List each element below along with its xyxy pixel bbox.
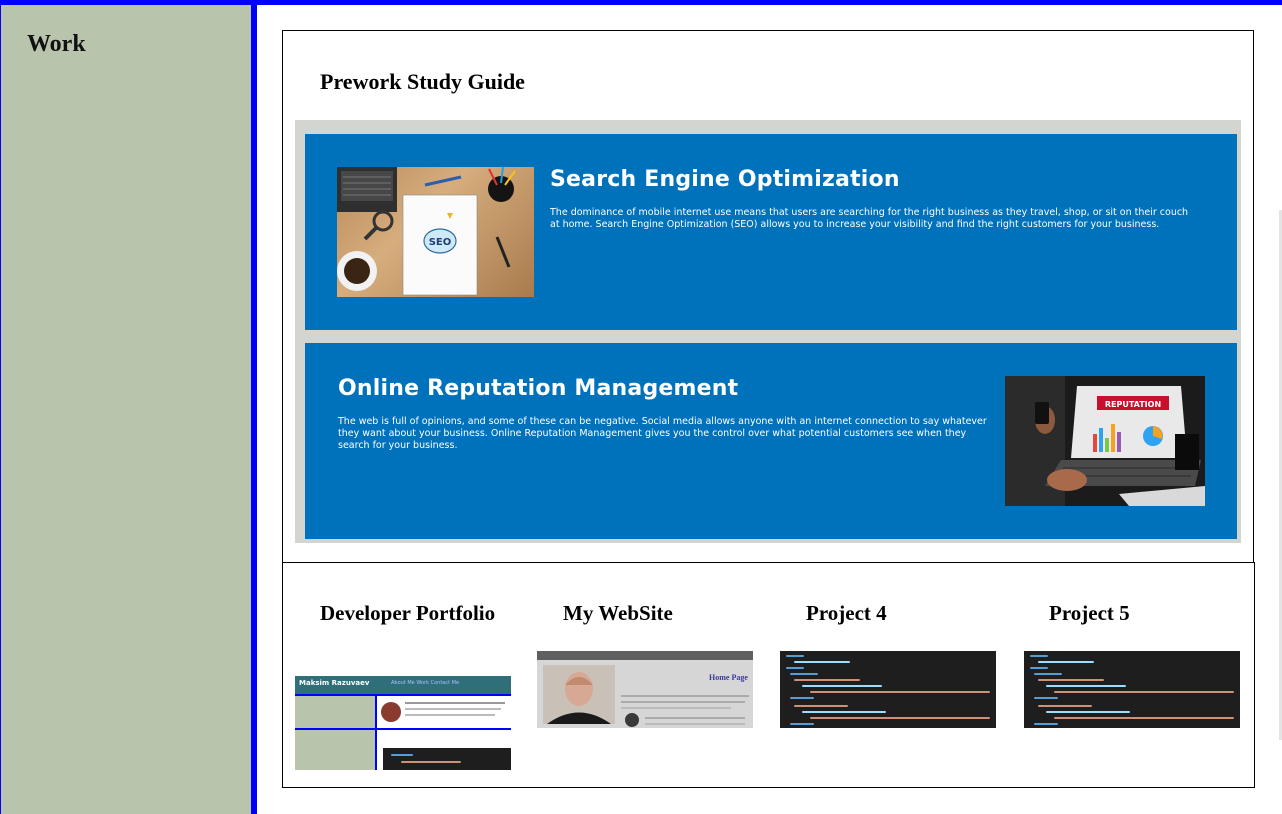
orm-card: Online Reputation Management The web is … [305,343,1237,539]
thumb-avatar [381,702,401,722]
project-thumbnail[interactable]: Home Page [537,651,753,728]
project-title[interactable]: Project 4 [806,601,887,626]
orm-image: REPUTATION [1005,376,1205,506]
orm-card-title: Online Reputation Management [338,376,739,401]
project-title[interactable]: My WebSite [563,601,673,626]
gear-icon [625,713,639,727]
thumb-name: Maksim Razuvaev [299,679,370,687]
thumb-nav: About Me Work Contact Me [391,680,460,686]
project-card-developer-portfolio[interactable]: Developer Portfolio Maksim Razuvaev Abou… [282,562,526,788]
project-card-project-4[interactable]: Project 4 [768,562,1012,788]
seo-card-title: Search Engine Optimization [550,167,900,192]
orm-card-text: The web is full of opinions, and some of… [338,416,987,451]
project-title[interactable]: Project 5 [1049,601,1130,626]
project-card-my-website[interactable]: My WebSite Home Page [525,562,769,788]
seo-image: SEO [337,167,534,297]
project-card-project-5[interactable]: Project 5 [1011,562,1255,788]
orm-image-label: REPUTATION [1105,400,1161,409]
featured-preview[interactable]: SEO Search Engine Optimization The domin… [295,120,1241,543]
sidebar-title: Work [27,31,86,57]
project-title[interactable]: Developer Portfolio [320,601,500,626]
thumb-photo [543,665,615,724]
seo-card: SEO Search Engine Optimization The domin… [305,134,1237,330]
featured-title[interactable]: Prework Study Guide [320,69,525,95]
thumb-heading: Home Page [709,673,748,682]
featured-project[interactable]: Prework Study Guide SEO Search Engine Op… [282,30,1254,562]
project-thumbnail[interactable]: Maksim Razuvaev About Me Work Contact Me [295,676,511,770]
thumb-nav [537,651,753,660]
project-thumbnail[interactable] [1024,651,1240,728]
project-thumbnail[interactable] [780,651,996,728]
sidebar: Work [0,5,251,814]
seo-image-label: SEO [429,237,452,248]
seo-card-text: The dominance of mobile internet use mea… [550,207,1189,230]
thumb-header: Maksim Razuvaev About Me Work Contact Me [295,676,511,694]
